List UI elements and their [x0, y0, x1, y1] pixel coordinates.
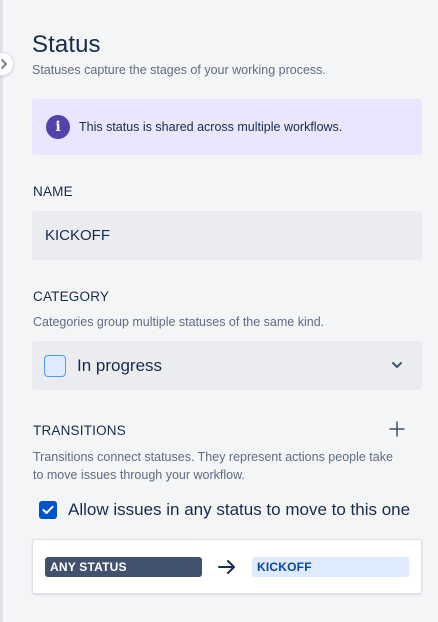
transition-rule-card: ANY STATUS KICKOFF	[32, 539, 422, 594]
name-label: NAME	[33, 184, 73, 199]
category-help-text: Categories group multiple statuses of th…	[33, 315, 325, 329]
transitions-help-text: Transitions connect statuses. They repre…	[33, 450, 393, 482]
add-transition-button[interactable]	[386, 418, 408, 440]
status-name-input[interactable]: KICKOFF	[32, 211, 422, 260]
allow-any-status-checkbox[interactable]	[39, 501, 57, 519]
category-label: CATEGORY	[33, 289, 110, 304]
category-swatch	[44, 354, 66, 377]
category-select[interactable]: In progress	[32, 341, 422, 390]
banner-message: This status is shared across multiple wo…	[79, 120, 343, 134]
panel-subtitle: Statuses capture the stages of your work…	[32, 63, 326, 77]
plus-icon	[389, 421, 405, 437]
panel-left-border	[0, 0, 3, 622]
panel-title: Status	[32, 31, 101, 58]
chevron-right-icon	[1, 59, 7, 69]
allow-any-status-checkbox-row[interactable]: Allow issues in any status to move to th…	[39, 500, 410, 520]
arrow-right-icon	[218, 560, 235, 574]
transitions-label: TRANSITIONS	[33, 423, 126, 438]
info-icon: i	[46, 115, 70, 139]
collapse-panel-button[interactable]	[0, 52, 14, 76]
allow-any-status-label: Allow issues in any status to move to th…	[68, 500, 411, 519]
to-status-lozenge: KICKOFF	[252, 557, 409, 577]
checkmark-icon	[42, 505, 54, 514]
category-selected-value: In progress	[77, 355, 163, 375]
chevron-down-icon	[392, 362, 402, 368]
from-status-lozenge: ANY STATUS	[45, 557, 202, 577]
shared-status-banner: i This status is shared across multiple …	[32, 99, 422, 155]
